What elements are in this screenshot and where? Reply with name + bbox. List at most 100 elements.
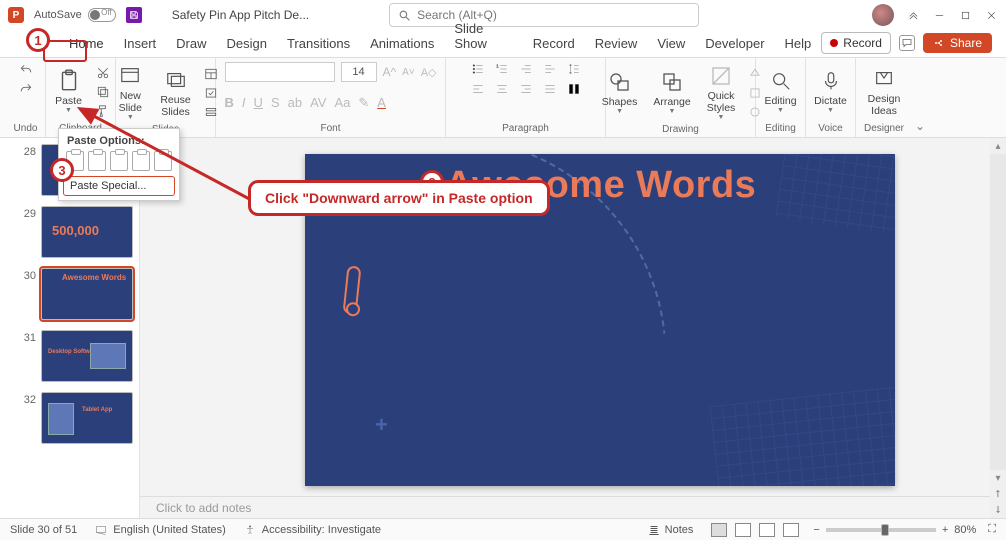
scroll-down-icon[interactable]: ▾ xyxy=(990,470,1006,486)
search-input[interactable]: Search (Alt+Q) xyxy=(389,3,699,27)
fit-window-button[interactable]: ⛶ xyxy=(988,523,996,536)
zoom-control[interactable]: − + 80% ⛶ xyxy=(813,523,996,536)
close-button[interactable] xyxy=(984,8,998,22)
italic-button[interactable]: I xyxy=(242,95,246,111)
tab-developer[interactable]: Developer xyxy=(695,31,774,57)
paste-opt-embed[interactable] xyxy=(154,151,172,171)
language-status[interactable]: English (United States) xyxy=(95,524,226,536)
tab-design[interactable]: Design xyxy=(217,31,277,57)
comments-button[interactable] xyxy=(899,35,915,51)
tab-home[interactable]: Home xyxy=(59,31,114,57)
decrease-font-icon[interactable]: A˅ xyxy=(402,67,415,78)
format-painter-button[interactable] xyxy=(95,103,111,119)
highlight-button[interactable]: ✎ xyxy=(358,95,369,111)
tab-animations[interactable]: Animations xyxy=(360,31,444,57)
tab-draw[interactable]: Draw xyxy=(166,31,216,57)
toggle-switch[interactable]: Off xyxy=(88,8,116,22)
align-right-icon[interactable] xyxy=(519,82,533,96)
accessibility-status[interactable]: Accessibility: Investigate xyxy=(244,524,381,536)
paste-opt-picture[interactable] xyxy=(110,151,128,171)
group-font-label: Font xyxy=(320,121,340,135)
tab-view[interactable]: View xyxy=(647,31,695,57)
undo-button[interactable] xyxy=(18,62,34,78)
share-button[interactable]: Share xyxy=(923,33,992,53)
thumbnail-29[interactable]: 29 500,000 xyxy=(18,206,133,258)
indent-right-icon[interactable] xyxy=(543,62,557,76)
prev-slide-icon[interactable]: ⭡ xyxy=(990,486,1006,502)
user-avatar[interactable] xyxy=(872,4,894,26)
slide-position[interactable]: Slide 30 of 51 xyxy=(10,524,77,536)
tab-insert[interactable]: Insert xyxy=(114,31,167,57)
cut-button[interactable] xyxy=(95,65,111,81)
paste-options-popup: Paste Options: Paste Special... xyxy=(58,128,180,201)
dictate-button[interactable]: Dictate▼ xyxy=(810,67,851,116)
redo-button[interactable] xyxy=(18,81,34,97)
zoom-in-button[interactable]: + xyxy=(942,524,948,536)
callout-marker-3: 3 xyxy=(50,158,74,182)
zoom-slider[interactable] xyxy=(826,528,936,532)
reading-view-button[interactable] xyxy=(759,523,775,537)
quick-styles-button[interactable]: Quick Styles▼ xyxy=(703,62,740,123)
ribbon-display-icon[interactable] xyxy=(906,8,920,22)
zoom-level[interactable]: 80% xyxy=(954,524,976,536)
notes-toggle[interactable]: ≣Notes xyxy=(649,523,693,536)
font-size-input[interactable] xyxy=(341,62,377,82)
bullets-icon[interactable] xyxy=(471,62,485,76)
align-left-icon[interactable] xyxy=(471,82,485,96)
increase-font-icon[interactable]: A^ xyxy=(383,65,397,79)
save-button[interactable] xyxy=(126,7,142,23)
vertical-scrollbar[interactable]: ▴ ▾ ⭡ ⭣ xyxy=(990,138,1006,518)
status-bar: Slide 30 of 51 English (United States) A… xyxy=(0,518,1006,540)
quick-styles-icon xyxy=(707,64,735,88)
bold-button[interactable]: B xyxy=(225,95,234,111)
font-name-input[interactable] xyxy=(225,62,335,82)
maximize-button[interactable] xyxy=(958,8,972,22)
paste-opt-text-only[interactable] xyxy=(132,151,150,171)
columns-icon[interactable] xyxy=(567,82,581,96)
indent-left-icon[interactable] xyxy=(519,62,533,76)
tab-record[interactable]: Record xyxy=(523,31,585,57)
collapse-ribbon-button[interactable]: ⌄ xyxy=(912,119,928,137)
paste-button[interactable]: Paste ▼ xyxy=(51,67,87,116)
tab-help[interactable]: Help xyxy=(775,31,822,57)
tab-transitions[interactable]: Transitions xyxy=(277,31,360,57)
case-button[interactable]: Aa xyxy=(334,95,350,111)
justify-icon[interactable] xyxy=(543,82,557,96)
new-slide-button[interactable]: New Slide ▼ xyxy=(112,62,148,123)
clear-format-icon[interactable]: A◇ xyxy=(421,66,437,79)
spacing-button[interactable]: AV xyxy=(310,95,326,111)
tab-review[interactable]: Review xyxy=(585,31,648,57)
paste-opt-keep-source[interactable] xyxy=(88,151,106,171)
strike-button[interactable]: S xyxy=(271,95,280,111)
next-slide-icon[interactable]: ⭣ xyxy=(990,502,1006,518)
normal-view-button[interactable] xyxy=(711,523,727,537)
shadow-button[interactable]: ab xyxy=(288,95,302,111)
reuse-slides-button[interactable]: Reuse Slides xyxy=(156,66,194,120)
shapes-button[interactable]: Shapes▼ xyxy=(598,68,642,117)
align-center-icon[interactable] xyxy=(495,82,509,96)
zoom-out-button[interactable]: − xyxy=(813,524,819,536)
thumbnail-31[interactable]: 31 Desktop Software xyxy=(18,330,133,382)
sorter-view-button[interactable] xyxy=(735,523,751,537)
thumbnail-32[interactable]: 32 Tablet App xyxy=(18,392,133,444)
minimize-button[interactable] xyxy=(932,8,946,22)
font-color-button[interactable]: A xyxy=(377,95,386,111)
design-ideas-button[interactable]: Design Ideas xyxy=(864,65,905,119)
tab-slideshow[interactable]: Slide Show xyxy=(444,16,522,57)
line-spacing-icon[interactable] xyxy=(567,62,581,76)
copy-button[interactable] xyxy=(95,84,111,100)
arrange-button[interactable]: Arrange▼ xyxy=(649,68,694,117)
editing-button[interactable]: Editing▼ xyxy=(760,67,800,116)
underline-button[interactable]: U xyxy=(254,95,263,111)
callout-text: Click "Downward arrow" in Paste option xyxy=(248,180,550,216)
slideshow-view-button[interactable] xyxy=(783,523,799,537)
scroll-up-icon[interactable]: ▴ xyxy=(990,138,1006,154)
autosave-toggle[interactable]: AutoSave Off xyxy=(34,8,116,22)
callout-marker-1: 1 xyxy=(26,28,50,52)
paste-special-item[interactable]: Paste Special... xyxy=(63,176,175,196)
thumbnail-30[interactable]: 30 Awesome Words xyxy=(18,268,133,320)
record-button[interactable]: Record xyxy=(821,32,891,54)
notes-pane[interactable]: Click to add notes xyxy=(140,496,990,518)
reuse-slides-icon xyxy=(162,68,190,92)
numbering-icon[interactable]: 1 xyxy=(495,62,509,76)
